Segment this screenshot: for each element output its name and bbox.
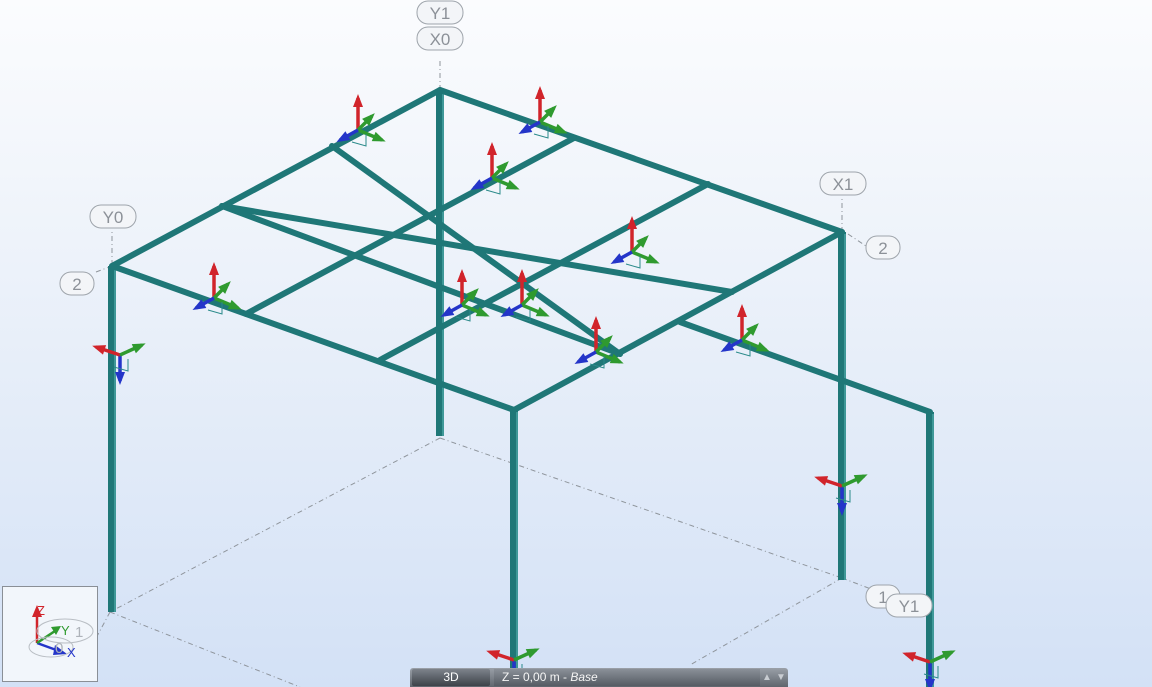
grid-label-left-y0[interactable]: Y0 — [89, 204, 137, 229]
svg-text:Z: Z — [37, 603, 45, 618]
grid-label-right-2[interactable]: 2 — [865, 235, 901, 260]
svg-text:Y: Y — [61, 623, 70, 638]
plane-up-icon[interactable]: ▲ — [760, 669, 774, 686]
work-plane-value: Z = 0,00 m — [502, 670, 560, 684]
svg-text:X: X — [67, 645, 76, 660]
3d-viewport[interactable]: Y1 X0 X1 2 Y0 2 1 Y1 — [0, 0, 1152, 687]
svg-text:2: 2 — [72, 275, 81, 294]
work-plane-level: Base — [570, 670, 598, 684]
svg-text:X0: X0 — [430, 30, 451, 49]
svg-text:2: 2 — [878, 239, 887, 258]
svg-text:X1: X1 — [833, 175, 854, 194]
grid-label-right-x1[interactable]: X1 — [819, 171, 867, 196]
svg-text:Y1: Y1 — [899, 597, 920, 616]
plane-down-icon[interactable]: ▼ — [774, 669, 788, 686]
svg-text:0: 0 — [55, 640, 63, 657]
svg-text:1: 1 — [75, 624, 83, 641]
work-plane-selector[interactable]: Z = 0,00 m - Base — [494, 669, 760, 686]
view-status-bar: 3D Z = 0,00 m - Base ▲ ▼ — [410, 668, 788, 687]
grid-label-top-x0[interactable]: X0 — [416, 26, 464, 51]
grid-label-bottom-y1[interactable]: Y1 — [885, 593, 933, 618]
columns[interactable] — [108, 90, 934, 687]
grid-label-top-y1[interactable]: Y1 — [416, 0, 464, 25]
ground-grid — [94, 58, 901, 687]
view-mode-tab[interactable]: 3D — [412, 669, 490, 686]
work-plane-separator: - — [559, 670, 571, 684]
svg-text:Y0: Y0 — [103, 208, 124, 227]
global-axis-indicator: 1 0 Z Y X — [2, 586, 98, 682]
beams[interactable] — [109, 87, 933, 415]
svg-text:Y1: Y1 — [430, 4, 451, 23]
grid-label-left-2[interactable]: 2 — [59, 271, 95, 296]
